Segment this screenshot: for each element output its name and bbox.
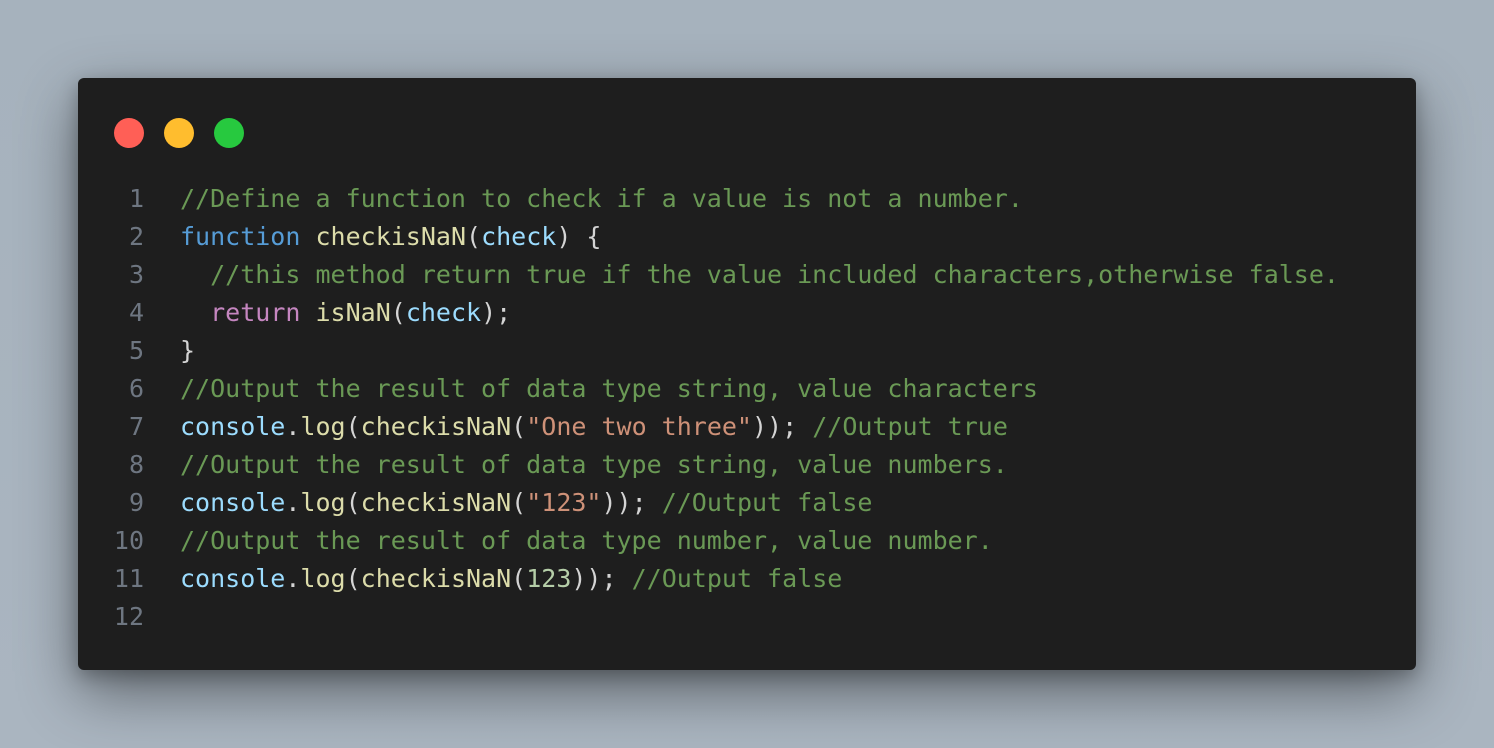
code-editor: 1 //Define a function to check if a value… [78,180,1416,636]
code-line: 5} [78,332,1416,370]
code-token-punct: ( [466,222,482,251]
code-token-param: check [481,222,557,251]
code-token-func: log [300,488,346,517]
code-text: //Output the result of data type string,… [180,446,1008,484]
code-token-comment: //Define a function to check if a value … [180,184,1023,213]
code-text: //Output the result of data type string,… [180,370,1038,408]
line-number: 8 [128,450,144,479]
line-number: 12 [113,602,144,631]
code-token-punct: ) { [556,222,602,251]
code-line: 4 return isNaN(check); [78,294,1416,332]
code-text: //Define a function to check if a value … [180,180,1023,218]
line-number: 1 [128,184,144,213]
code-token-func: checkisNaN [360,412,512,441]
code-token-punct [180,298,210,327]
code-token-func: log [300,412,346,441]
code-line: 7 console.log(checkisNaN("One two three")… [78,408,1416,446]
code-token-punct: . [285,488,301,517]
code-token-func: checkisNaN [315,222,466,251]
code-token-func: isNaN [315,298,391,327]
code-text: //this method return true if the value i… [180,256,1339,294]
code-token-punct: )); [601,488,662,517]
code-token-string: "123" [526,488,602,517]
code-token-punct: ( [511,488,527,517]
code-token-string: "One two three" [526,412,752,441]
line-number: 5 [128,336,144,365]
code-line: 6 //Output the result of data type string… [78,370,1416,408]
code-text: function checkisNaN(check) { [180,218,601,256]
code-token-punct: } [180,336,196,365]
close-dot-icon[interactable] [114,118,144,148]
line-number: 11 [113,564,144,593]
code-token-punct [300,222,315,251]
code-token-punct: ( [390,298,406,327]
code-token-punct: )); [752,412,813,441]
code-line: 11 console.log(checkisNaN(123)); //Output… [78,560,1416,598]
code-token-punct [180,260,210,289]
code-text: console.log(checkisNaN(123)); //Output f… [180,560,842,598]
code-token-func: checkisNaN [360,564,512,593]
code-token-comment: //this method return true if the value i… [210,260,1339,289]
code-token-comment: //Output the result of data type string,… [180,450,1008,479]
code-token-punct: ); [481,298,512,327]
code-token-punct: ( [345,564,361,593]
code-token-comment: //Output the result of data type number,… [180,526,993,555]
code-text: } [180,332,195,370]
code-token-func: checkisNaN [360,488,512,517]
code-line: 2 function checkisNaN(check) { [78,218,1416,256]
code-token-punct: )); [571,564,632,593]
code-window: 1 //Define a function to check if a value… [78,78,1416,670]
background: 1 //Define a function to check if a value… [0,0,1494,748]
line-number: 2 [128,222,144,251]
code-line: 10 //Output the result of data type numbe… [78,522,1416,560]
minimize-dot-icon[interactable] [164,118,194,148]
code-line: 1 //Define a function to check if a value… [78,180,1416,218]
code-line: 3 //this method return true if the value… [78,256,1416,294]
line-number: 9 [128,488,144,517]
code-token-comment: //Output false [631,564,843,593]
code-token-punct: ( [511,412,527,441]
code-line: 12 [78,598,1416,636]
code-token-var: console [180,488,286,517]
line-number: 10 [113,526,144,555]
code-text: console.log(checkisNaN("One two three"))… [180,408,1008,446]
code-token-comment: //Output the result of data type string,… [180,374,1038,403]
code-text: //Output the result of data type number,… [180,522,993,560]
code-line: 8 //Output the result of data type string… [78,446,1416,484]
code-token-punct: ( [345,488,361,517]
line-number: 4 [128,298,144,327]
code-token-comment: //Output false [661,488,873,517]
code-text: return isNaN(check); [180,294,511,332]
line-number: 3 [128,260,144,289]
code-text: console.log(checkisNaN("123")); //Output… [180,484,872,522]
code-token-var: console [180,412,286,441]
code-token-punct: ( [345,412,361,441]
code-token-punct: . [285,412,301,441]
code-token-comment: //Output true [812,412,1008,441]
code-token-func: log [300,564,346,593]
code-token-number: 123 [526,564,572,593]
code-token-punct: . [285,564,301,593]
code-token-var: console [180,564,286,593]
line-number: 7 [128,412,144,441]
code-token-control: return [210,298,301,327]
code-line: 9 console.log(checkisNaN("123")); //Outpu… [78,484,1416,522]
line-number: 6 [128,374,144,403]
code-token-keyword: function [180,222,301,251]
code-token-punct [300,298,315,327]
maximize-dot-icon[interactable] [214,118,244,148]
code-token-punct: ( [511,564,527,593]
code-token-param: check [405,298,482,327]
